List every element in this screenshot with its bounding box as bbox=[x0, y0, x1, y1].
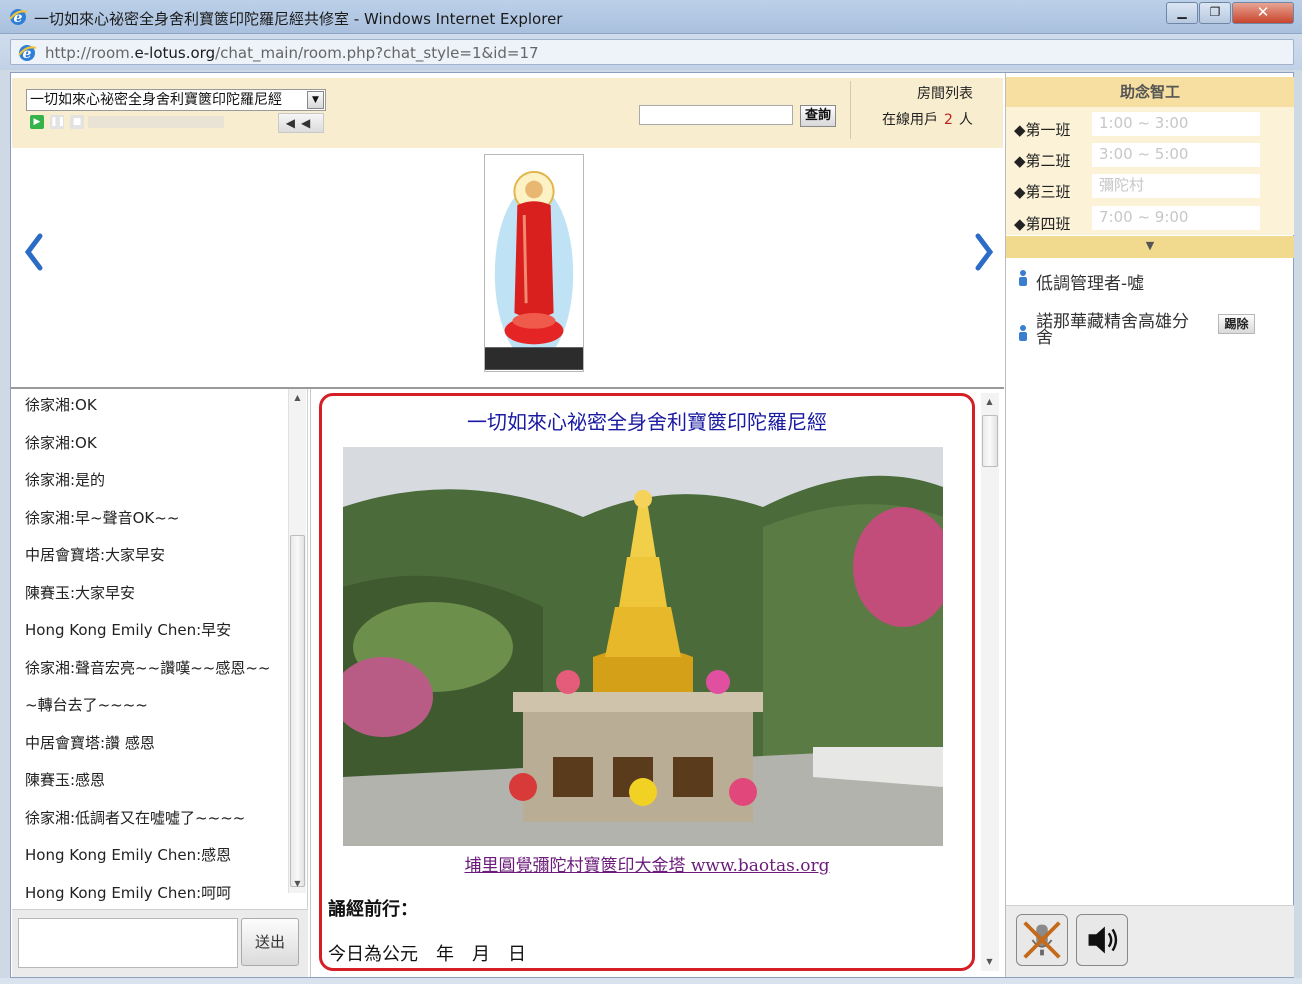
scroll-up-icon[interactable]: ▲ bbox=[982, 395, 997, 409]
user-icon bbox=[1019, 270, 1027, 286]
golden-stupa-photo bbox=[343, 447, 943, 846]
chat-message: ~轉台去了~~~~ bbox=[25, 696, 148, 714]
close-button[interactable]: ✕ bbox=[1232, 2, 1294, 24]
chat-message: 陳賽玉:大家早安 bbox=[25, 584, 136, 602]
collapse-bar[interactable]: ▼ bbox=[1006, 236, 1294, 258]
shift-label: ◆第四班 bbox=[1014, 215, 1071, 233]
play-icon[interactable]: ▶ bbox=[30, 115, 44, 129]
player-toolbar: 一切如來心祕密全身舍利寶篋印陀羅尼經 ▼ ▶ ❚❚ ■ ◀◀ 查詢 房間列表 在… bbox=[12, 78, 1003, 148]
chat-message: 徐家湘:早~聲音OK~~ bbox=[25, 509, 180, 527]
shift-label: ◆第二班 bbox=[1014, 152, 1071, 170]
stupa-link[interactable]: 埔里圓覺彌陀村寶篋印大金塔 www.baotas.org bbox=[322, 851, 972, 876]
online-users: 在線用戶 2 人 bbox=[882, 112, 973, 128]
window-title: 一切如來心祕密全身舍利寶篋印陀羅尼經共修室 - Windows Internet… bbox=[34, 10, 563, 28]
divider bbox=[850, 81, 851, 139]
collapse-icon[interactable]: ▼ bbox=[1146, 239, 1154, 252]
page: 一切如來心祕密全身舍利寶篋印陀羅尼經 ▼ ▶ ❚❚ ■ ◀◀ 查詢 房間列表 在… bbox=[10, 72, 1294, 978]
scroll-down-icon[interactable]: ▼ bbox=[290, 877, 305, 891]
search-input[interactable] bbox=[639, 105, 793, 125]
prev-next-buttons[interactable]: ◀◀ bbox=[278, 113, 324, 133]
chat-scrollbar[interactable]: ▲ ▼ bbox=[288, 389, 306, 893]
url-text: http://room.e-lotus.org/chat_main/room.p… bbox=[45, 44, 539, 62]
chat-message: 中居會寶塔:讚 感恩 bbox=[25, 734, 155, 752]
section-heading: 誦經前行： bbox=[328, 899, 418, 920]
chat-message: 徐家湘:低調者又在噓噓了~~~~ bbox=[25, 809, 246, 827]
microphone-muted-icon[interactable] bbox=[1016, 914, 1068, 966]
chevron-left-icon[interactable] bbox=[20, 232, 50, 272]
chat-message: 中居會寶塔:大家早安 bbox=[25, 546, 166, 564]
internet-explorer-icon: e bbox=[9, 9, 28, 26]
shift-schedule: ◆第一班 1:00 ~ 3:00 ◆第二班 3:00 ~ 5:00 ◆第三班 彌… bbox=[1006, 107, 1294, 235]
rewind-icon[interactable]: ◀◀ bbox=[286, 116, 316, 130]
playback-progress[interactable] bbox=[88, 116, 224, 128]
room-list-link[interactable]: 房間列表 bbox=[917, 83, 973, 103]
chevron-right-icon[interactable] bbox=[968, 232, 998, 272]
shift-value: 1:00 ~ 3:00 bbox=[1092, 112, 1260, 136]
url-field[interactable]: e http://room.e-lotus.org/chat_main/room… bbox=[10, 39, 1294, 65]
chat-message: 徐家湘:OK bbox=[25, 396, 97, 414]
shift-value: 7:00 ~ 9:00 bbox=[1092, 206, 1260, 230]
user-icon bbox=[1019, 325, 1027, 341]
status-bar bbox=[0, 978, 1302, 984]
search-button[interactable]: 查詢 bbox=[800, 105, 836, 127]
minimize-button[interactable]: ▁ bbox=[1166, 2, 1198, 24]
chat-panel: 徐家湘:OK 徐家湘:OK 徐家湘:是的 徐家湘:早~聲音OK~~ 中居會寶塔:… bbox=[12, 389, 308, 909]
scroll-down-icon[interactable]: ▼ bbox=[982, 955, 997, 969]
shift-label: ◆第一班 bbox=[1014, 121, 1071, 139]
shift-value: 彌陀村 bbox=[1092, 174, 1260, 198]
speaker-icon[interactable] bbox=[1076, 914, 1128, 966]
scroll-thumb[interactable] bbox=[290, 535, 305, 887]
chat-message: 陳賽玉:感恩 bbox=[25, 771, 106, 789]
send-button[interactable]: 送出 bbox=[241, 918, 299, 966]
scroll-up-icon[interactable]: ▲ bbox=[290, 391, 305, 405]
internet-explorer-icon: e bbox=[18, 45, 37, 62]
scripture-scrollbar[interactable]: ▲ ▼ bbox=[981, 393, 999, 971]
date-line: 今日為公元 年 月 日 bbox=[328, 944, 526, 965]
chat-message: Hong Kong Emily Chen:早安 bbox=[25, 621, 232, 639]
scroll-thumb[interactable] bbox=[982, 415, 998, 467]
helpers-title: 助念智工 bbox=[1006, 77, 1294, 107]
chat-message: Hong Kong Emily Chen:感恩 bbox=[25, 846, 232, 864]
shift-label: ◆第三班 bbox=[1014, 183, 1071, 201]
shift-value: 3:00 ~ 5:00 bbox=[1092, 143, 1260, 167]
amitabha-buddha-image bbox=[484, 154, 584, 372]
scripture-title: 一切如來心祕密全身舍利寶篋印陀羅尼經 bbox=[467, 410, 827, 434]
stop-icon[interactable]: ■ bbox=[70, 115, 84, 129]
address-bar: e http://room.e-lotus.org/chat_main/room… bbox=[0, 34, 1302, 70]
chat-message: 徐家湘:OK bbox=[25, 434, 97, 452]
chevron-down-icon[interactable]: ▼ bbox=[307, 91, 324, 109]
maximize-button[interactable]: ❐ bbox=[1199, 2, 1231, 24]
sutra-select[interactable]: 一切如來心祕密全身舍利寶篋印陀羅尼經 ▼ bbox=[26, 89, 326, 111]
pause-icon[interactable]: ❚❚ bbox=[50, 115, 65, 129]
chat-message: 徐家湘:是的 bbox=[25, 471, 106, 489]
image-carousel bbox=[12, 148, 1003, 388]
scripture-frame: 一切如來心祕密全身舍利寶篋印陀羅尼經 埔里圓覺彌陀村寶篋印大金塔 www.bao… bbox=[319, 393, 975, 971]
media-controls bbox=[1006, 905, 1294, 977]
chat-message: Hong Kong Emily Chen:呵呵 bbox=[25, 884, 232, 902]
title-bar: e 一切如來心祕密全身舍利寶篋印陀羅尼經共修室 - Windows Intern… bbox=[0, 0, 1302, 34]
chat-message: 徐家湘:聲音宏亮~~讚嘆~~感恩~~ bbox=[25, 659, 271, 677]
chat-input-area: 送出 bbox=[12, 909, 308, 977]
chat-input[interactable] bbox=[18, 918, 238, 968]
scripture-panel: 一切如來心祕密全身舍利寶篋印陀羅尼經 埔里圓覺彌陀村寶篋印大金塔 www.bao… bbox=[310, 389, 1004, 977]
online-user[interactable]: 諾那華藏精舍高雄分舍 bbox=[1036, 314, 1189, 347]
online-user[interactable]: 低調管理者-噓 bbox=[1036, 269, 1144, 294]
kick-button[interactable]: 踢除 bbox=[1218, 314, 1255, 334]
right-panel: 助念智工 ◆第一班 1:00 ~ 3:00 ◆第二班 3:00 ~ 5:00 ◆… bbox=[1005, 73, 1294, 977]
